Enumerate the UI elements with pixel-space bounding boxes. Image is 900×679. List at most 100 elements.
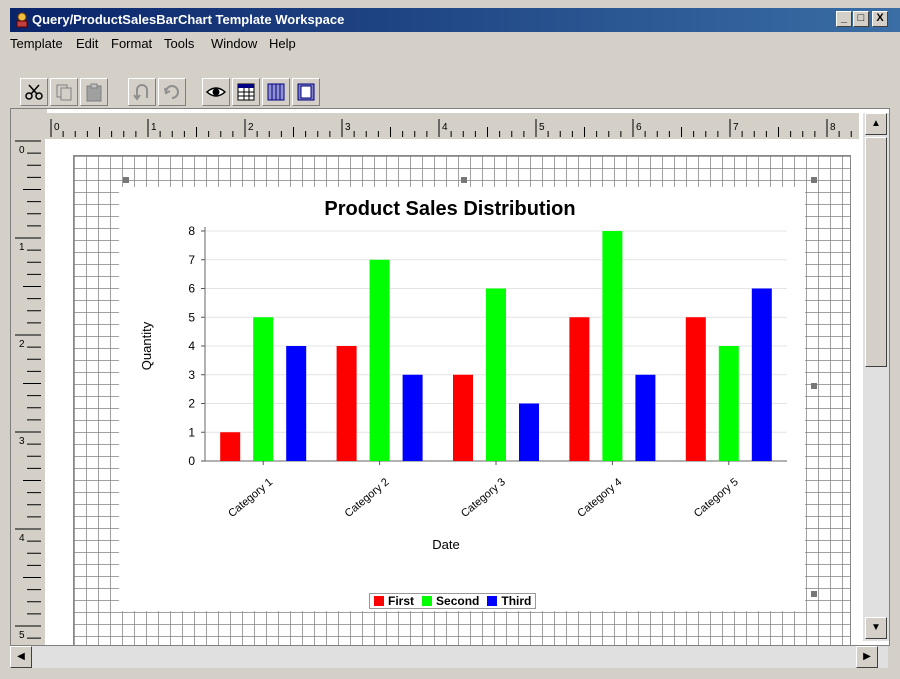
x-tick-label: Category 3 bbox=[459, 476, 508, 520]
bar-third bbox=[402, 374, 423, 461]
ruler-label: 7 bbox=[733, 122, 739, 133]
y-tick-label: 4 bbox=[188, 339, 195, 353]
menu-help[interactable]: Help bbox=[269, 36, 296, 51]
scroll-left-button[interactable]: ◀ bbox=[10, 646, 32, 668]
paste-button[interactable] bbox=[80, 78, 108, 106]
horizontal-scrollbar[interactable]: ◀ ▶ bbox=[10, 646, 888, 668]
toolbar bbox=[10, 72, 900, 112]
bar-first bbox=[685, 317, 706, 461]
bar-first bbox=[453, 374, 473, 461]
undo-icon bbox=[133, 84, 148, 101]
clipboard-icon bbox=[86, 83, 102, 102]
y-tick-label: 8 bbox=[188, 224, 195, 238]
bar-second bbox=[369, 259, 390, 461]
ruler-label: 4 bbox=[442, 122, 448, 133]
bar-third bbox=[286, 346, 307, 461]
x-tick-label: Category 1 bbox=[226, 476, 275, 520]
undo-button[interactable] bbox=[128, 78, 156, 106]
columns-button[interactable] bbox=[262, 78, 290, 106]
table-button[interactable] bbox=[232, 78, 260, 106]
ruler-label: 5 bbox=[539, 122, 545, 133]
template-workspace[interactable]: 0 1 2 3 4 5 6 7 8 0 1 2 3 4 5 Product Sales Distribut… bbox=[10, 108, 890, 646]
menu-bar: Template Edit Format Tools Window Help bbox=[10, 32, 900, 54]
ruler-label: 5 bbox=[19, 630, 25, 641]
scroll-right-button[interactable]: ▶ bbox=[856, 646, 878, 668]
y-tick-label: 1 bbox=[188, 425, 195, 439]
legend-label: Second bbox=[436, 594, 480, 608]
menu-format[interactable]: Format bbox=[111, 36, 152, 51]
minimize-button[interactable]: _ bbox=[836, 11, 852, 27]
bar-second bbox=[718, 346, 739, 461]
bar-third bbox=[519, 403, 539, 461]
ruler-label: 3 bbox=[345, 122, 351, 133]
y-tick-label: 3 bbox=[188, 368, 195, 382]
app-icon bbox=[16, 12, 28, 28]
resize-handle-bottom-right[interactable] bbox=[811, 591, 817, 597]
ruler-label: 4 bbox=[19, 533, 25, 544]
maximize-button[interactable]: □ bbox=[853, 11, 869, 27]
cut-button[interactable] bbox=[20, 78, 48, 106]
resize-handle-top-left[interactable] bbox=[123, 177, 129, 183]
resize-handle-right[interactable] bbox=[811, 383, 817, 389]
bar-second bbox=[486, 288, 506, 461]
legend-item-first: First bbox=[374, 594, 414, 608]
ruler-label: 2 bbox=[19, 339, 25, 350]
columns-icon bbox=[267, 83, 285, 101]
title-bar[interactable]: Query/ProductSalesBarChart Template Work… bbox=[10, 8, 900, 32]
vertical-scroll-thumb[interactable] bbox=[865, 137, 887, 367]
scissors-icon bbox=[25, 84, 43, 100]
bar-first bbox=[336, 346, 357, 461]
ruler-label: 1 bbox=[151, 122, 157, 133]
menu-window[interactable]: Window bbox=[211, 36, 257, 51]
ruler-label: 8 bbox=[830, 122, 836, 133]
scroll-up-button[interactable]: ▲ bbox=[865, 113, 887, 135]
chart-legend: First Second Third bbox=[369, 593, 537, 609]
bar-second bbox=[602, 231, 623, 461]
ruler-label: 2 bbox=[248, 122, 254, 133]
bar-chart-component[interactable]: Product Sales Distribution 0 1 2 3 4 5 6 7 8 Categ… bbox=[119, 187, 805, 611]
y-tick-label: 6 bbox=[188, 282, 195, 296]
legend-label: Third bbox=[501, 594, 532, 608]
copy-icon bbox=[56, 84, 72, 101]
y-axis-label: Quantity bbox=[139, 321, 154, 370]
ruler-label: 1 bbox=[19, 242, 25, 253]
page-canvas[interactable]: Product Sales Distribution 0 1 2 3 4 5 6 7 8 Categ… bbox=[55, 141, 861, 645]
resize-handle-top[interactable] bbox=[461, 177, 467, 183]
y-tick-label: 0 bbox=[188, 454, 195, 468]
menu-edit[interactable]: Edit bbox=[76, 36, 98, 51]
menu-template[interactable]: Template bbox=[10, 36, 63, 51]
legend-item-third: Third bbox=[487, 594, 531, 608]
bar-first bbox=[220, 432, 241, 461]
x-axis-label: Date bbox=[432, 537, 459, 552]
resize-handle-top-right[interactable] bbox=[811, 177, 817, 183]
legend-swatch bbox=[374, 596, 384, 606]
ruler-label: 0 bbox=[19, 145, 25, 156]
menu-tools[interactable]: Tools bbox=[164, 36, 194, 51]
close-button[interactable]: X bbox=[872, 11, 888, 27]
bar-third bbox=[635, 374, 656, 461]
chart-title: Product Sales Distribution bbox=[324, 198, 575, 220]
redo-icon bbox=[164, 85, 179, 99]
redo-button[interactable] bbox=[158, 78, 186, 106]
page-icon bbox=[297, 83, 315, 101]
horizontal-ruler: 0 1 2 3 4 5 6 7 8 bbox=[47, 113, 859, 139]
y-tick-label: 5 bbox=[188, 310, 195, 324]
legend-swatch bbox=[487, 596, 498, 606]
page-button[interactable] bbox=[292, 78, 320, 106]
copy-button[interactable] bbox=[50, 78, 78, 106]
bar-second bbox=[253, 317, 274, 461]
legend-item-second: Second bbox=[422, 594, 479, 608]
bar-first bbox=[569, 317, 590, 461]
table-icon bbox=[237, 83, 255, 101]
scroll-down-button[interactable]: ▼ bbox=[865, 617, 887, 639]
ruler-corner bbox=[11, 109, 47, 139]
preview-button[interactable] bbox=[202, 78, 230, 106]
vertical-scrollbar[interactable]: ▲ ▼ bbox=[863, 113, 889, 641]
eye-icon bbox=[206, 87, 226, 97]
x-tick-label: Category 2 bbox=[343, 476, 392, 520]
y-tick-label: 2 bbox=[188, 397, 195, 411]
legend-swatch bbox=[422, 596, 433, 606]
x-tick-label: Category 4 bbox=[575, 476, 624, 520]
bar-chart: Product Sales Distribution 0 1 2 3 4 5 6 7 8 Categ… bbox=[139, 198, 787, 552]
ruler-label: 6 bbox=[636, 122, 642, 133]
